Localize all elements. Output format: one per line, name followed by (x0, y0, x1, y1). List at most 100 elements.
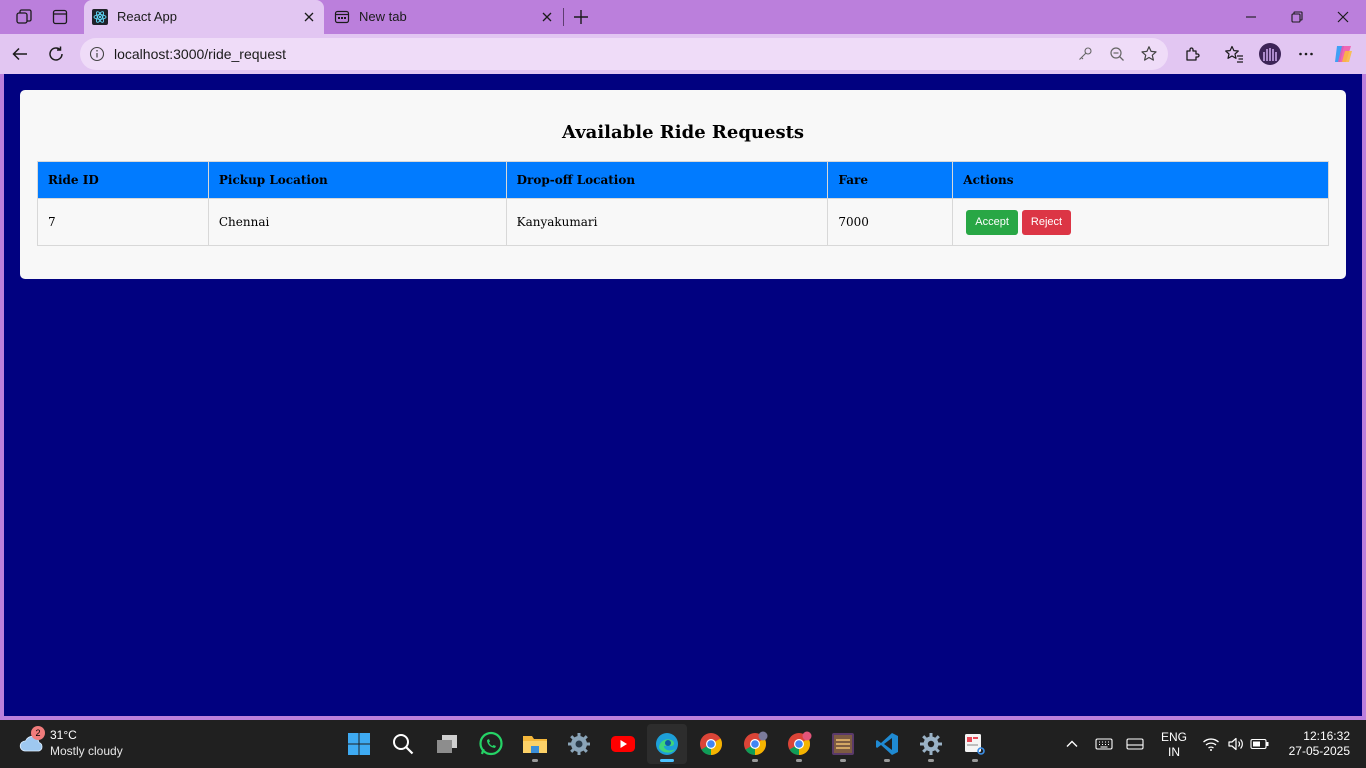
youtube-icon (611, 736, 635, 752)
plus-icon (574, 10, 588, 24)
keyboard-icon[interactable] (1094, 734, 1114, 754)
taskbar-youtube[interactable] (603, 724, 643, 764)
volume-icon[interactable] (1226, 734, 1246, 754)
refresh-button[interactable] (43, 41, 69, 67)
back-button[interactable] (7, 41, 33, 67)
system-clock[interactable]: 12:16:32 27-05-2025 (1276, 729, 1350, 759)
vscode-icon (876, 733, 898, 755)
taskbar-game[interactable] (823, 724, 863, 764)
ride-requests-card: Available Ride Requests Ride ID Pickup L… (20, 90, 1346, 279)
close-tab-icon[interactable] (538, 8, 556, 26)
column-header-dropoff: Drop-off Location (505, 161, 829, 199)
pen-touch-icon[interactable] (1125, 734, 1145, 754)
url-text: localhost:3000/ride_request (114, 46, 287, 62)
vertical-tabs-icon[interactable] (49, 6, 71, 28)
file-explorer-icon (523, 736, 547, 753)
close-window-button[interactable] (1320, 2, 1366, 32)
close-tab-icon[interactable] (300, 8, 318, 26)
task-view-button[interactable] (427, 724, 467, 764)
running-indicator (928, 759, 934, 762)
taskbar-search-button[interactable] (383, 724, 423, 764)
extensions-button[interactable] (1180, 41, 1206, 67)
weather-temperature[interactable]: 31°C (50, 728, 77, 742)
reject-button[interactable]: Reject (1021, 209, 1072, 235)
taskbar-vscode[interactable] (867, 724, 907, 764)
tab-strip: React App New tab (0, 0, 1366, 34)
task-view-icon (437, 735, 457, 753)
edge-icon (656, 733, 678, 755)
weather-badge: 2 (31, 726, 45, 740)
profile-button[interactable] (1257, 41, 1283, 67)
tab-title: React App (117, 9, 177, 24)
address-bar[interactable]: localhost:3000/ride_request (80, 38, 1168, 70)
settings-icon (568, 733, 590, 755)
page-viewport: Available Ride Requests Ride ID Pickup L… (4, 74, 1362, 716)
restore-icon (1291, 11, 1303, 23)
copilot-icon (1335, 46, 1352, 62)
language-code: ENG (1160, 730, 1187, 744)
snipping-tool-icon (965, 734, 985, 755)
tab-separator (563, 8, 564, 26)
refresh-icon (49, 46, 63, 61)
workspaces-icon[interactable] (13, 6, 35, 28)
column-header-fare: Fare (827, 161, 954, 199)
minimize-icon (1246, 16, 1256, 18)
new-tab-button[interactable] (569, 5, 593, 29)
taskbar-chrome[interactable] (691, 724, 731, 764)
chrome-icon (700, 733, 722, 755)
taskbar-settings[interactable] (559, 724, 599, 764)
show-hidden-icons-chevron-icon[interactable] (1062, 734, 1082, 754)
restore-button[interactable] (1274, 2, 1320, 32)
accept-button[interactable]: Accept (966, 209, 1018, 235)
taskbar-settings-2[interactable] (911, 724, 951, 764)
whatsapp-icon (479, 731, 503, 756)
chrome-profile-2-icon (788, 731, 812, 755)
table-row: 7 Chennai Kanyakumari 7000 Accept Reject (37, 198, 1329, 246)
language-indicator[interactable]: ENG IN (1160, 730, 1188, 760)
start-button[interactable] (339, 724, 379, 764)
ellipsis-icon (1299, 52, 1313, 56)
taskbar-edge[interactable] (647, 724, 687, 764)
taskbar-snipping-tool[interactable] (955, 724, 995, 764)
tab-new-tab[interactable]: New tab (326, 0, 562, 34)
copilot-button[interactable] (1330, 41, 1356, 67)
weather-condition[interactable]: Mostly cloudy (50, 744, 123, 758)
running-indicator (532, 759, 538, 762)
column-header-ride-id: Ride ID (37, 161, 209, 199)
cell-fare: 7000 (827, 198, 954, 246)
running-indicator (796, 759, 802, 762)
close-icon (1337, 11, 1349, 23)
column-header-actions: Actions (952, 161, 1329, 199)
tab-react-app[interactable]: React App (84, 0, 324, 34)
react-icon (92, 9, 108, 25)
settings-2-icon (920, 733, 942, 755)
running-indicator (840, 759, 846, 762)
new-tab-icon (334, 9, 350, 25)
taskbar-file-explorer[interactable] (515, 724, 555, 764)
cell-pickup: Chennai (207, 198, 507, 246)
ride-requests-table: Ride ID Pickup Location Drop-off Locatio… (37, 161, 1329, 246)
taskbar-chrome-profile[interactable] (735, 724, 775, 764)
table-header-row: Ride ID Pickup Location Drop-off Locatio… (37, 161, 1329, 199)
taskbar-chrome-profile-2[interactable] (779, 724, 819, 764)
more-menu-button[interactable] (1293, 41, 1319, 67)
zoom-out-icon[interactable] (1108, 45, 1126, 63)
cell-ride-id: 7 (37, 198, 209, 246)
wifi-icon[interactable] (1201, 734, 1221, 754)
site-info-icon[interactable] (89, 46, 105, 62)
active-indicator (660, 759, 674, 762)
cell-actions: Accept Reject (952, 198, 1329, 246)
favorites-button[interactable] (1221, 41, 1247, 67)
clock-time: 12:16:32 (1303, 729, 1350, 743)
battery-icon[interactable] (1250, 734, 1270, 754)
chrome-profile-icon (744, 731, 768, 755)
avatar-icon (1259, 43, 1281, 65)
taskbar-whatsapp[interactable] (471, 724, 511, 764)
puzzle-icon (1186, 47, 1200, 61)
running-indicator (752, 759, 758, 762)
favorite-star-icon[interactable] (1140, 45, 1158, 63)
page-title: Available Ride Requests (561, 122, 805, 143)
taskbar: 2 31°C Mostly cloudy ENG IN 12:16:32 27-… (0, 720, 1366, 768)
minimize-button[interactable] (1228, 2, 1274, 32)
password-key-icon[interactable] (1076, 45, 1094, 63)
